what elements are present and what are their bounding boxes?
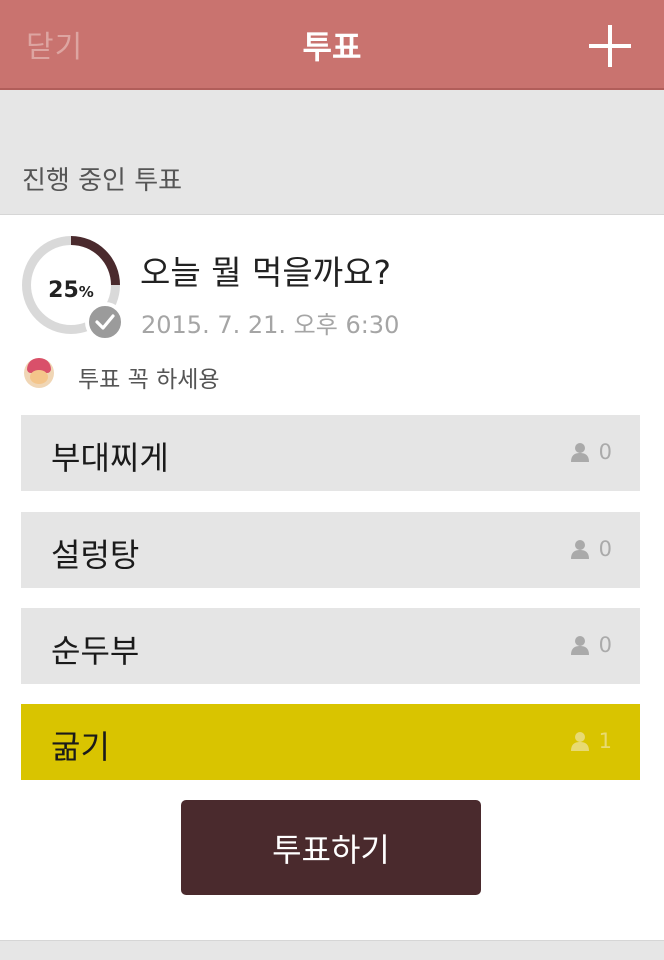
plus-icon[interactable] [589, 25, 631, 67]
progress-value: 25 [48, 278, 79, 303]
option-label: 설렁탕 [51, 536, 140, 574]
person-icon [570, 636, 589, 655]
vote-count: 0 [570, 537, 612, 561]
vote-count: 0 [570, 440, 612, 464]
vote-button[interactable]: 투표하기 [181, 800, 481, 895]
poll-date: 2015. 7. 21. 오후 6:30 [141, 311, 400, 339]
avatar [24, 358, 54, 388]
person-icon [570, 540, 589, 559]
page-title: 투표 [302, 28, 362, 66]
vote-count: 1 [570, 729, 612, 753]
vote-count-value: 1 [598, 729, 612, 753]
poll-description: 투표 꼭 하세용 [78, 367, 220, 393]
progress-unit: % [78, 283, 94, 301]
person-icon [570, 732, 589, 751]
check-icon [85, 302, 125, 342]
vote-count-value: 0 [598, 537, 612, 561]
vote-count: 0 [570, 633, 612, 657]
poll-title: 오늘 뭘 먹을까요? [140, 253, 392, 292]
progress-text: 25% [31, 278, 111, 303]
section-title: 진행 중인 투표 [22, 166, 183, 196]
poll-option-2[interactable]: 순두부 0 [21, 608, 640, 684]
option-label: 부대찌게 [51, 439, 169, 477]
poll-option-0[interactable]: 부대찌게 0 [21, 415, 640, 491]
option-label: 굶기 [51, 728, 110, 766]
person-icon [570, 443, 589, 462]
poll-option-1[interactable]: 설렁탕 0 [21, 512, 640, 588]
poll-option-3[interactable]: 굶기 1 [21, 704, 640, 780]
vote-count-value: 0 [598, 633, 612, 657]
option-label: 순두부 [51, 632, 140, 670]
avatar-face [30, 370, 48, 384]
top-bar: 닫기 투표 [0, 0, 664, 90]
vote-count-value: 0 [598, 440, 612, 464]
